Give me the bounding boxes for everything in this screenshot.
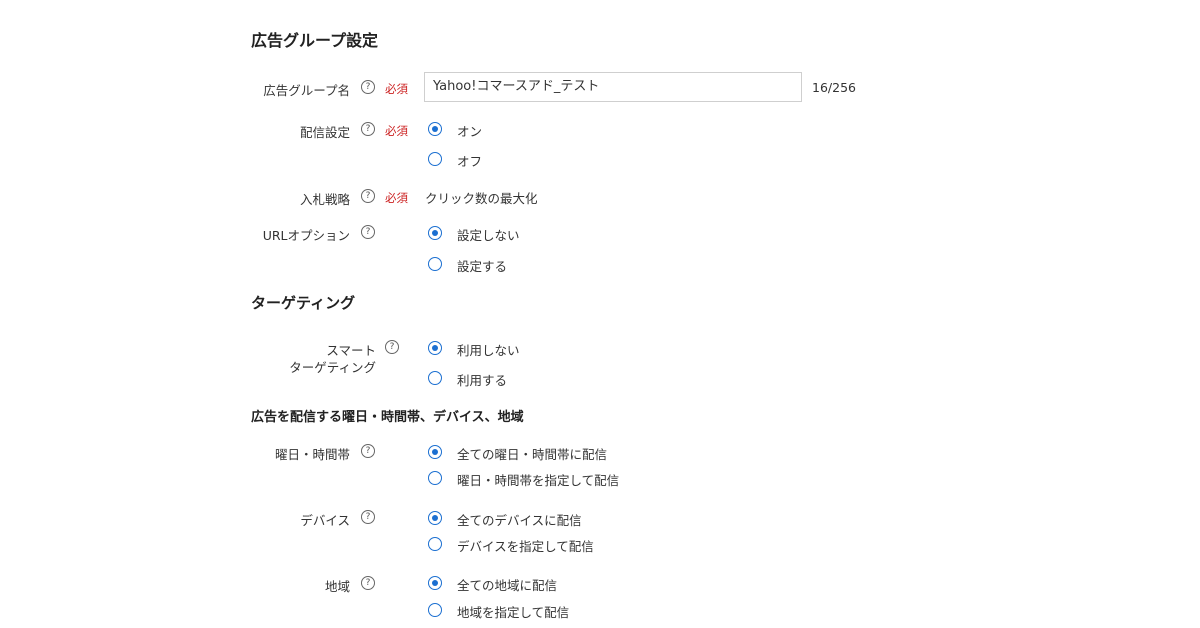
device-specify-radio[interactable] xyxy=(428,537,442,551)
bid-strategy-label: 入札戦略 xyxy=(299,192,350,207)
help-icon[interactable]: ? xyxy=(361,510,375,524)
smart-targeting-on-label[interactable]: 利用する xyxy=(457,370,507,389)
device-specify-label[interactable]: デバイスを指定して配信 xyxy=(457,536,594,555)
url-option-none-label[interactable]: 設定しない xyxy=(457,225,520,244)
section-title-schedule: 広告を配信する曜日・時間帯、デバイス、地域 xyxy=(251,410,524,425)
delivery-setting-label: 配信設定 xyxy=(299,125,350,140)
required-badge: 必須 xyxy=(385,124,408,138)
region-specify-label[interactable]: 地域を指定して配信 xyxy=(457,602,569,621)
region-all-radio[interactable] xyxy=(428,576,442,590)
delivery-off-label[interactable]: オフ xyxy=(457,151,482,170)
smart-targeting-label-line2: ターゲティング xyxy=(289,360,376,375)
delivery-on-radio[interactable] xyxy=(428,122,442,136)
help-icon[interactable]: ? xyxy=(361,80,375,94)
bid-strategy-value: クリック数の最大化 xyxy=(425,191,538,206)
help-icon[interactable]: ? xyxy=(361,225,375,239)
region-label: 地域 xyxy=(324,579,350,594)
smart-targeting-off-label[interactable]: 利用しない xyxy=(457,340,520,359)
url-option-label: URLオプション xyxy=(262,228,350,243)
required-badge: 必須 xyxy=(385,191,408,205)
help-icon[interactable]: ? xyxy=(361,444,375,458)
help-icon[interactable]: ? xyxy=(385,340,399,354)
help-icon[interactable]: ? xyxy=(361,122,375,136)
day-time-specify-label[interactable]: 曜日・時間帯を指定して配信 xyxy=(457,470,619,489)
ad-group-name-input[interactable]: Yahoo!コマースアド_テスト xyxy=(424,72,802,102)
url-option-set-radio[interactable] xyxy=(428,257,442,271)
required-badge: 必須 xyxy=(385,82,408,96)
day-time-label: 曜日・時間帯 xyxy=(274,447,350,462)
device-all-label[interactable]: 全てのデバイスに配信 xyxy=(457,510,582,529)
day-time-all-radio[interactable] xyxy=(428,445,442,459)
device-all-radio[interactable] xyxy=(428,511,442,525)
help-icon[interactable]: ? xyxy=(361,189,375,203)
char-counter: 16/256 xyxy=(812,80,856,95)
day-time-specify-radio[interactable] xyxy=(428,471,442,485)
section-title-targeting: ターゲティング xyxy=(251,294,356,312)
day-time-all-label[interactable]: 全ての曜日・時間帯に配信 xyxy=(457,444,607,463)
url-option-none-radio[interactable] xyxy=(428,226,442,240)
help-icon[interactable]: ? xyxy=(361,576,375,590)
region-specify-radio[interactable] xyxy=(428,603,442,617)
smart-targeting-off-radio[interactable] xyxy=(428,341,442,355)
delivery-off-radio[interactable] xyxy=(428,152,442,166)
smart-targeting-on-radio[interactable] xyxy=(428,371,442,385)
section-title-ad-group: 広告グループ設定 xyxy=(251,31,379,50)
device-label: デバイス xyxy=(300,513,350,528)
region-all-label[interactable]: 全ての地域に配信 xyxy=(457,575,557,594)
ad-group-name-label: 広告グループ名 xyxy=(263,83,350,98)
url-option-set-label[interactable]: 設定する xyxy=(457,256,507,275)
delivery-on-label[interactable]: オン xyxy=(457,121,482,140)
